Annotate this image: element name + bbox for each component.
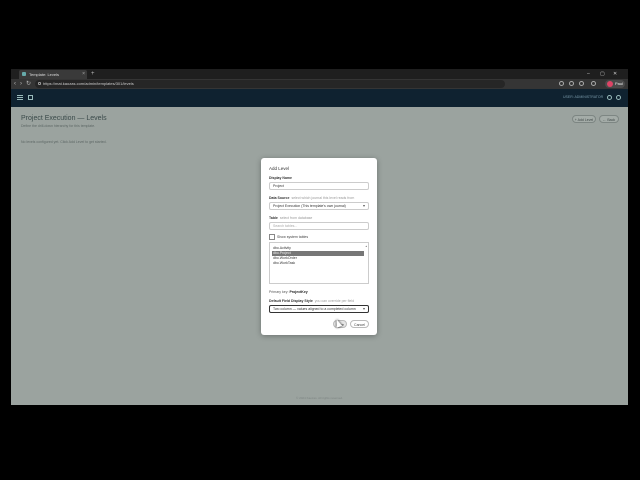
back-icon[interactable]: ‹ <box>14 79 16 89</box>
data-source-label: Data Source select which journal this lev… <box>269 196 355 200</box>
show-system-tables-checkbox[interactable] <box>269 234 275 240</box>
page-subtitle: Define the drill-down hierarchy for this… <box>21 124 96 128</box>
dialog-title: Add Level <box>269 166 290 171</box>
add-level-dialog: Add Level Display Name Project Data Sour… <box>261 158 377 335</box>
primary-key-text: Primary key: ProjectKey <box>269 290 308 294</box>
reload-icon[interactable]: ↻ <box>26 79 31 89</box>
chevron-down-icon: ▾ <box>362 203 365 208</box>
minimize-button[interactable]: – <box>587 69 590 79</box>
list-item[interactable]: dbo.WorkTask <box>272 261 364 266</box>
show-system-tables-label: Show system tables <box>277 235 309 239</box>
new-tab-button[interactable]: + <box>91 69 95 79</box>
scroll-up-icon[interactable]: ▴ <box>365 244 367 248</box>
profile-name: Paul <box>614 81 623 86</box>
empty-state-text: No levels configured yet. Click Add Leve… <box>21 140 107 144</box>
header-user-text: USER: ADMINISTRATOR <box>563 95 604 99</box>
avatar <box>607 81 613 87</box>
address-bar: ‹ › ↻ https://mat.kaozas.com/admin/templ… <box>11 79 628 89</box>
close-window-button[interactable]: ✕ <box>613 69 617 79</box>
tab-title: Template: Levels <box>29 72 60 77</box>
url-text: https://mat.kaozas.com/admin/templates/3… <box>43 81 134 86</box>
data-source-select[interactable]: Project Execution (This template's own j… <box>269 202 369 210</box>
settings-icon[interactable] <box>591 81 596 86</box>
table-listbox[interactable]: ▴ dbo.Activity dbo.Project dbo.WorkOrder… <box>269 242 369 284</box>
display-style-label: Default Field Display Style you can overr… <box>269 299 355 303</box>
downloads-icon[interactable] <box>579 81 584 86</box>
url-field[interactable]: https://mat.kaozas.com/admin/templates/3… <box>35 80 505 88</box>
data-source-value: Project Execution (This template's own j… <box>273 204 346 208</box>
display-name-input[interactable]: Project <box>269 182 369 190</box>
page-title: Project Execution — Levels <box>21 115 107 122</box>
add-level-button[interactable]: + Add Level <box>572 115 596 123</box>
home-icon[interactable] <box>28 95 33 100</box>
display-name-label: Display Name <box>269 176 292 180</box>
chevron-down-icon: ▾ <box>362 306 365 311</box>
help-icon[interactable] <box>607 95 612 100</box>
browser-tab[interactable]: Template: Levels × <box>19 70 87 79</box>
forward-icon[interactable]: › <box>20 79 22 89</box>
footer-text: © 2024 Kaozas. All rights reserved. <box>296 396 343 400</box>
tab-close-icon[interactable]: × <box>82 70 85 79</box>
display-style-select[interactable]: Two column — values aligned to a complet… <box>269 305 369 313</box>
cancel-button[interactable]: Cancel <box>350 320 369 328</box>
browser-window: Template: Levels × + – ▢ ✕ ‹ › ↻ https:/… <box>11 69 628 405</box>
maximize-button[interactable]: ▢ <box>600 69 605 79</box>
table-search-input[interactable]: Search tables... <box>269 222 369 230</box>
display-style-value: Two column — values aligned to a complet… <box>273 307 356 311</box>
profile-button[interactable]: Paul <box>605 80 625 88</box>
app-header: USER: ADMINISTRATOR <box>11 89 628 107</box>
menu-icon[interactable] <box>17 95 23 100</box>
extension-icon[interactable] <box>569 81 574 86</box>
table-label: Table select from database <box>269 216 313 220</box>
user-icon[interactable] <box>616 95 621 100</box>
favicon-icon <box>22 72 26 76</box>
tab-bar: Template: Levels × + – ▢ ✕ <box>11 69 628 79</box>
back-button[interactable]: ← Back <box>599 115 619 123</box>
lock-icon <box>38 82 41 85</box>
bookmark-star-icon[interactable] <box>559 81 564 86</box>
